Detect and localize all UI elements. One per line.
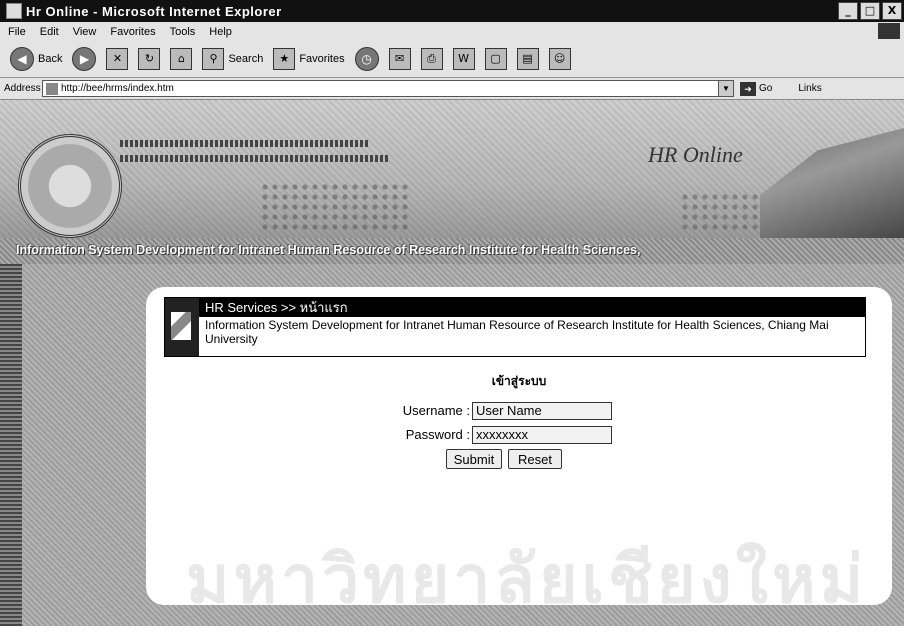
messenger-icon: ☺ [548, 48, 571, 70]
go-arrow-icon: ➜ [740, 81, 756, 96]
university-seal-logo [18, 134, 122, 238]
favorites-label: Favorites [299, 53, 345, 65]
left-sidebar-stripe [0, 264, 22, 626]
address-label: Address [4, 83, 41, 94]
address-url: http://bee/hrms/index.htm [61, 83, 174, 94]
discuss-button[interactable]: ▢ [484, 48, 507, 70]
window-controls: _ □ X [838, 2, 902, 20]
history-icon: ◷ [354, 47, 379, 71]
go-label: Go [759, 83, 773, 94]
stop-button[interactable]: ✕ [106, 48, 129, 70]
favorites-button[interactable]: ★ Favorites [273, 48, 345, 70]
watermark: มหาวิทยาลัยเชียงใหม่ [186, 541, 867, 618]
close-button[interactable]: X [882, 2, 902, 20]
mail-button[interactable]: ✉ [388, 48, 411, 70]
research-icon: ▤ [516, 48, 539, 70]
ie-app-icon [6, 3, 22, 19]
service-description: Information System Development for Intra… [205, 318, 829, 346]
menu-favorites[interactable]: Favorites [110, 26, 155, 38]
home-button[interactable]: ⌂ [170, 48, 193, 70]
molecule-decoration [260, 182, 410, 232]
building-image [760, 128, 904, 240]
window-title: Hr Online - Microsoft Internet Explorer [26, 3, 282, 19]
service-header: HR Services >> หน้าแรก Information Syste… [164, 297, 866, 357]
menu-bar: File Edit View Favorites Tools Help [0, 22, 904, 42]
address-dropdown-icon[interactable]: ▼ [718, 81, 733, 96]
menu-help[interactable]: Help [209, 26, 232, 38]
address-input[interactable]: http://bee/hrms/index.htm ▼ [42, 80, 734, 97]
login-card: มหาวิทยาลัยเชียงใหม่ HR Services >> หน้า… [146, 287, 892, 618]
print-button[interactable]: ⎙ [420, 48, 443, 70]
discuss-icon: ▢ [484, 48, 507, 70]
research-button[interactable]: ▤ [516, 48, 539, 70]
service-logo-icon [165, 298, 199, 356]
site-name: HR Online [648, 142, 743, 167]
header-banner: HR Online [0, 100, 904, 240]
back-label: Back [38, 53, 63, 65]
search-button[interactable]: ⚲ Search [202, 48, 263, 70]
address-bar: Address http://bee/hrms/index.htm ▼ ➜ Go… [0, 78, 904, 100]
mail-icon: ✉ [388, 48, 411, 70]
password-input[interactable] [472, 426, 612, 444]
menu-view[interactable]: View [73, 26, 97, 38]
web-page: HR Online Information System Development… [0, 100, 904, 626]
site-tagline: Information System Development for Intra… [16, 243, 641, 257]
edit-button[interactable]: W [452, 48, 475, 70]
title-bar: Hr Online - Microsoft Internet Explorer … [0, 0, 904, 22]
back-button[interactable]: ◀ Back [10, 47, 62, 71]
home-icon: ⌂ [170, 48, 193, 70]
links-button[interactable]: Links [798, 83, 821, 94]
messenger-button[interactable]: ☺ [548, 48, 571, 70]
menu-edit[interactable]: Edit [40, 26, 59, 38]
history-button[interactable]: ◷ [354, 47, 379, 71]
login-heading: เข้าสู่ระบบ [491, 374, 547, 388]
forward-button[interactable]: ▶ [72, 47, 97, 71]
stop-icon: ✕ [106, 48, 129, 70]
windows-logo-icon [878, 23, 900, 39]
service-title: HR Services >> หน้าแรก [199, 298, 865, 317]
menu-tools[interactable]: Tools [170, 26, 196, 38]
search-label: Search [228, 53, 264, 65]
minimize-button[interactable]: _ [838, 2, 858, 20]
username-input[interactable] [472, 402, 612, 420]
username-label: Username : [402, 403, 470, 418]
submit-button[interactable]: Submit [446, 449, 502, 469]
refresh-button[interactable]: ↻ [138, 48, 161, 70]
menu-file[interactable]: File [8, 26, 26, 38]
forward-arrow-icon: ▶ [72, 47, 97, 71]
refresh-icon: ↻ [138, 48, 161, 70]
go-button[interactable]: ➜ Go [740, 81, 773, 96]
edit-icon: W [452, 48, 475, 70]
back-arrow-icon: ◀ [10, 47, 34, 71]
reset-button[interactable]: Reset [508, 449, 562, 469]
password-label: Password : [405, 427, 470, 442]
favorites-star-icon: ★ [273, 48, 296, 70]
page-icon [46, 82, 58, 95]
maximize-button[interactable]: □ [860, 2, 880, 20]
toolbar: ◀ Back ▶ ✕ ↻ ⌂ ⚲ Search ★ Favorites ◷ ✉ … [0, 41, 904, 78]
search-icon: ⚲ [202, 48, 225, 70]
print-icon: ⎙ [420, 48, 443, 70]
thai-institute-name [120, 140, 450, 170]
